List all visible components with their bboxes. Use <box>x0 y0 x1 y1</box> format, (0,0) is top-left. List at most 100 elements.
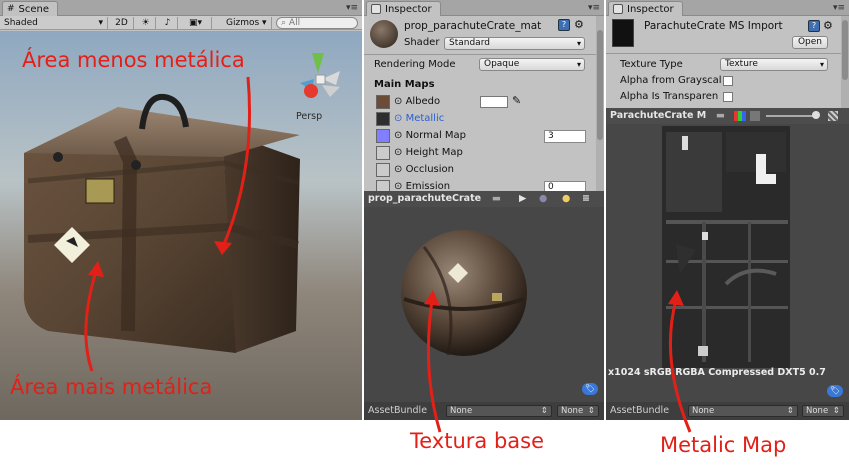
chevron-down-icon: ▾ <box>576 60 581 69</box>
occlusion-thumbnail[interactable] <box>376 163 390 177</box>
open-button[interactable]: Open <box>792 36 828 49</box>
scrollbar-knob[interactable] <box>597 30 603 140</box>
audio-icon[interactable]: ♪ <box>158 17 178 29</box>
texture-preview-titlebar: ParachuteCrate M ▬ <box>606 108 849 124</box>
chevron-down-icon: ⇕ <box>832 406 840 416</box>
tab-inspector[interactable]: Inspector <box>366 1 441 16</box>
help-icon[interactable]: ? <box>558 19 570 31</box>
tab-inspector[interactable]: Inspector <box>608 1 683 16</box>
caption-metallic-map: Metalic Map <box>660 433 787 457</box>
play-icon[interactable]: ▶ <box>519 191 526 207</box>
height-map-thumbnail[interactable] <box>376 146 390 160</box>
material-inspector-tabbar: Inspector ▾≡ <box>364 0 604 16</box>
metallic-thumbnail[interactable] <box>376 112 390 126</box>
scene-toolbar: Shaded ▾ 2D ☀ ♪ ▣▾ Gizmos ▾ ⌕ All <box>0 16 362 30</box>
texture-type-dropdown[interactable]: Texture ▾ <box>720 58 828 71</box>
texture-inspector-panel: Inspector ▾≡ ParachuteCrate MS Import ? … <box>606 0 849 420</box>
metallic-label[interactable]: ⊙ Metallic <box>394 113 444 124</box>
alpha-grayscale-label: Alpha from Grayscal <box>620 75 722 86</box>
assetbundle-variant-dropdown[interactable]: None ⇕ <box>802 405 844 417</box>
light-icon[interactable]: ● <box>562 191 570 207</box>
toggle-2d-button[interactable]: 2D <box>110 17 134 29</box>
divider <box>606 53 841 54</box>
assetbundle-value: None <box>692 406 715 416</box>
height-map-label[interactable]: ⊙ Height Map <box>394 147 463 158</box>
chevron-down-icon: ▾ <box>576 39 581 48</box>
normal-map-text: Normal Map <box>405 130 467 141</box>
scrollbar-knob[interactable] <box>842 20 848 80</box>
texture-info-text: x1024 sRGB RGBA Compressed DXT5 0.7 <box>608 367 826 378</box>
tab-scene-label: Scene <box>18 3 50 15</box>
rendering-mode-value: Opaque <box>484 59 520 69</box>
tab-scene[interactable]: # Scene <box>2 1 59 16</box>
chevron-down-icon: ⇕ <box>587 406 595 416</box>
rendering-mode-label: Rendering Mode <box>374 59 456 70</box>
texture-inspector-tabbar: Inspector ▾≡ <box>606 0 849 16</box>
open-button-label: Open <box>797 37 823 47</box>
gizmos-dropdown[interactable]: Gizmos ▾ <box>222 17 272 29</box>
effects-icon[interactable]: ▣▾ <box>180 17 212 29</box>
metallic-map-preview <box>662 126 790 368</box>
shading-value: Shaded <box>4 18 38 28</box>
scene-tabbar: # Scene ▾≡ <box>0 0 362 16</box>
chevron-down-icon: ▾ <box>819 60 824 69</box>
crate-illustration <box>23 53 340 372</box>
mip-slider-knob[interactable] <box>812 111 820 119</box>
alpha-grayscale-checkbox[interactable] <box>723 76 733 86</box>
chevron-down-icon: ▾ <box>98 18 103 28</box>
assetbundle-label: AssetBundle <box>368 405 428 416</box>
material-inspector-panel: Inspector ▾≡ prop_parachuteCrate_mat Sha… <box>364 0 604 420</box>
gizmos-label: Gizmos <box>226 18 260 28</box>
mip-slider[interactable] <box>766 115 816 117</box>
preview-titlebar: prop_parachuteCrate ▬ ▶ ● ● ≡ <box>364 191 604 207</box>
tab-inspector-label: Inspector <box>627 3 674 15</box>
shader-dropdown[interactable]: Standard ▾ <box>444 37 585 50</box>
tag-icon[interactable]: 🏷 <box>827 385 843 397</box>
albedo-color-swatch[interactable] <box>480 96 508 108</box>
eyedropper-icon[interactable]: ✎ <box>512 94 521 107</box>
shader-label: Shader <box>404 37 440 48</box>
occlusion-label[interactable]: ⊙ Occlusion <box>394 164 454 175</box>
assetbundle-variant-dropdown[interactable]: None ⇕ <box>557 405 599 417</box>
rgb-channel-icon[interactable] <box>734 111 746 121</box>
assetbundle-dropdown[interactable]: None ⇕ <box>688 405 798 417</box>
lighting-icon[interactable]: ☀ <box>136 17 156 29</box>
tag-icon[interactable]: 🏷 <box>582 383 598 395</box>
persp-label[interactable]: Persp <box>296 111 322 122</box>
texture-import-title: ParachuteCrate MS Import <box>644 20 783 32</box>
material-preview-area[interactable]: 🏷 AssetBundle None ⇕ None ⇕ <box>364 207 604 420</box>
texture-inspector-scrollbar[interactable] <box>841 16 849 108</box>
gear-icon[interactable]: ⚙ <box>823 19 833 32</box>
sphere-icon[interactable]: ● <box>539 191 547 207</box>
texture-type-value: Texture <box>725 59 758 69</box>
search-input[interactable]: ⌕ All <box>276 17 358 29</box>
alpha-transparent-checkbox[interactable] <box>723 92 733 102</box>
albedo-label[interactable]: ⊙ Albedo <box>394 96 440 107</box>
gear-icon[interactable]: ⚙ <box>574 18 584 31</box>
drag-handle-icon[interactable]: ▬ <box>716 108 725 124</box>
scene-viewport[interactable]: Persp Área menos metálica Área mais metá… <box>0 31 362 420</box>
preview-menu-icon[interactable]: ≡ <box>582 191 590 207</box>
alpha-channel-icon[interactable] <box>750 111 760 121</box>
albedo-thumbnail[interactable] <box>376 95 390 109</box>
scene-hash-icon: # <box>7 3 15 14</box>
inspector-scrollbar[interactable] <box>596 16 604 191</box>
normal-map-label[interactable]: ⊙ Normal Map <box>394 130 466 141</box>
checker-icon[interactable] <box>828 111 838 121</box>
rendering-mode-dropdown[interactable]: Opaque ▾ <box>479 58 585 71</box>
axis-gizmo <box>300 53 340 98</box>
chevron-down-icon: ⇕ <box>786 406 794 416</box>
assetbundle-dropdown[interactable]: None ⇕ <box>446 405 552 417</box>
divider <box>364 54 596 55</box>
panel-menu-icon[interactable]: ▾≡ <box>833 3 845 13</box>
normal-map-scale-field[interactable]: 3 <box>544 130 586 143</box>
help-icon[interactable]: ? <box>808 20 820 32</box>
panel-menu-icon[interactable]: ▾≡ <box>346 3 358 13</box>
normal-map-thumbnail[interactable] <box>376 129 390 143</box>
panel-menu-icon[interactable]: ▾≡ <box>588 3 600 13</box>
texture-preview-area[interactable]: x1024 sRGB RGBA Compressed DXT5 0.7 🏷 As… <box>606 124 849 420</box>
drag-handle-icon[interactable]: ▬ <box>492 191 501 207</box>
shading-dropdown[interactable]: Shaded ▾ <box>0 17 108 29</box>
annotation-more-metallic: Área mais metálica <box>10 375 213 399</box>
tab-inspector-label: Inspector <box>385 3 432 15</box>
